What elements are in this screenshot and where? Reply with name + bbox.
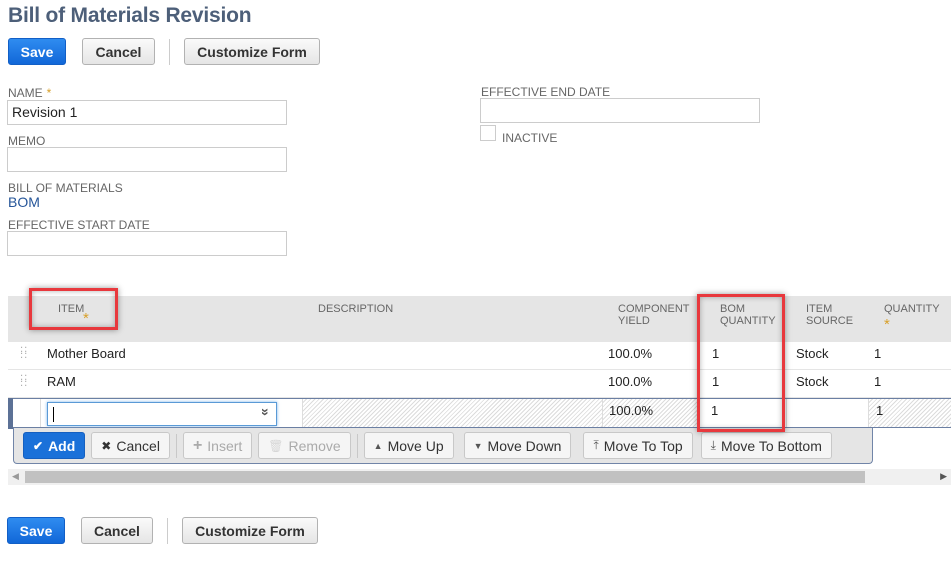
action-divider — [356, 433, 358, 458]
cell-item-source: Stock — [796, 346, 829, 361]
edit-row[interactable]: » 100.0% 1 1 — [8, 398, 951, 429]
effective-start-date-input[interactable] — [7, 231, 287, 256]
name-input[interactable]: Revision 1 — [7, 100, 287, 125]
cell-component-yield: 100.0% — [608, 346, 653, 361]
cell-component-yield: 100.0% — [608, 374, 653, 389]
check-icon: ✔ — [33, 438, 44, 453]
scrollbar-thumb[interactable] — [25, 471, 865, 483]
bill-of-materials-link[interactable]: BOM — [8, 194, 40, 210]
edit-cell-component-yield[interactable]: 100.0% — [602, 399, 698, 427]
move-down-button[interactable]: ▼ Move Down — [463, 432, 572, 459]
component-yield-value: 100.0% — [609, 403, 654, 418]
bottom-toolbar: Save Cancel Customize Form — [7, 517, 318, 544]
cell-bom-quantity: 1 — [712, 374, 720, 389]
toolbar-divider — [169, 38, 170, 65]
arrow-bottom-icon: ⤓ — [710, 438, 716, 452]
customize-form-button-bottom[interactable]: Customize Form — [182, 517, 318, 544]
memo-input[interactable] — [7, 147, 287, 172]
save-button[interactable]: Save — [8, 38, 66, 65]
effective-end-date-label: EFFECTIVE END DATE — [481, 85, 611, 99]
insert-button[interactable]: + Insert — [182, 432, 253, 459]
top-toolbar: Save Cancel Customize Form — [8, 38, 320, 65]
edit-cell-quantity[interactable]: 1 — [868, 399, 951, 427]
table-row[interactable]: ⁚⁚ ⁚⁚ RAM 100.0% 1 Stock 1 — [8, 370, 951, 398]
edit-cell-description — [302, 399, 602, 427]
move-to-bottom-button[interactable]: ⤓ Move To Bottom — [700, 432, 832, 459]
required-icon: * — [884, 316, 890, 333]
name-label: NAME * — [8, 86, 52, 100]
customize-form-button[interactable]: Customize Form — [184, 38, 320, 65]
grid-action-bar: ✔ Add ✖ Cancel + Insert 🗑 Remove ▲ Move Up ▼ M… — [13, 428, 873, 464]
cancel-button-bottom[interactable]: Cancel — [81, 517, 153, 544]
cell-quantity: 1 — [874, 346, 882, 361]
required-icon: * — [46, 86, 52, 100]
cell-quantity: 1 — [874, 374, 882, 389]
page-title: Bill of Materials Revision — [8, 4, 252, 27]
column-header-quantity[interactable]: QUANTITY * — [884, 303, 940, 333]
effective-end-date-input[interactable] — [480, 98, 760, 123]
item-input[interactable]: » — [47, 402, 277, 426]
column-header-item-source[interactable]: ITEM SOURCE — [806, 303, 853, 327]
cell-item: Mother Board — [47, 346, 126, 361]
required-icon: * — [83, 310, 89, 327]
toolbar-divider — [167, 517, 168, 544]
action-divider — [175, 433, 177, 458]
memo-label: MEMO — [8, 134, 46, 148]
dropdown-icon[interactable]: » — [258, 408, 274, 416]
scroll-left-icon[interactable]: ◀ — [12, 471, 19, 482]
quantity-value: 1 — [876, 403, 884, 418]
edit-cell-bom-quantity[interactable]: 1 — [698, 399, 786, 427]
move-up-button[interactable]: ▲ Move Up — [363, 432, 454, 459]
drag-handle-icon[interactable]: ⁚⁚ ⁚⁚ — [20, 375, 28, 389]
inactive-label: INACTIVE — [502, 131, 558, 145]
bill-of-materials-label: BILL OF MATERIALS — [8, 181, 123, 195]
add-button[interactable]: ✔ Add — [23, 432, 86, 459]
bom-quantity-value: 1 — [711, 403, 719, 418]
cell-item-source: Stock — [796, 374, 829, 389]
line-cancel-button[interactable]: ✖ Cancel — [91, 432, 170, 459]
move-to-top-button[interactable]: ⤒ Move To Top — [583, 432, 693, 459]
save-button-bottom[interactable]: Save — [7, 517, 65, 544]
cell-item: RAM — [47, 374, 76, 389]
cancel-button[interactable]: Cancel — [82, 38, 155, 65]
scroll-right-icon[interactable]: ▶ — [940, 471, 947, 482]
cell-bom-quantity: 1 — [712, 346, 720, 361]
arrow-down-icon: ▼ — [473, 440, 483, 451]
edit-cell-item-source[interactable] — [786, 399, 868, 427]
column-header-bom-quantity[interactable]: BOM QUANTITY — [720, 303, 776, 327]
arrow-up-icon: ▲ — [373, 440, 383, 451]
column-header-item[interactable]: ITEM * — [58, 303, 89, 327]
plus-icon: + — [192, 436, 203, 454]
column-header-component-yield[interactable]: COMPONENT YIELD — [618, 303, 690, 327]
trash-icon: 🗑 — [268, 438, 284, 453]
column-header-description[interactable]: DESCRIPTION — [318, 303, 393, 315]
drag-handle-icon[interactable]: ⁚⁚ ⁚⁚ — [20, 347, 28, 361]
effective-start-date-label: EFFECTIVE START DATE — [8, 218, 150, 232]
inactive-checkbox[interactable] — [480, 125, 496, 141]
x-icon: ✖ — [101, 438, 112, 453]
text-cursor — [53, 407, 54, 422]
table-row[interactable]: ⁚⁚ ⁚⁚ Mother Board 100.0% 1 Stock 1 — [8, 342, 951, 370]
arrow-top-icon: ⤒ — [593, 438, 599, 452]
edit-row-indicator — [8, 398, 13, 429]
horizontal-scrollbar[interactable]: ◀ ▶ — [8, 469, 951, 485]
remove-button[interactable]: 🗑 Remove — [258, 432, 351, 459]
